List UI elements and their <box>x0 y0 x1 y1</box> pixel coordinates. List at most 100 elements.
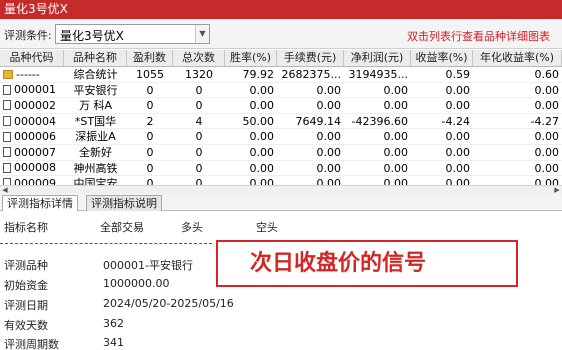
cell-code: 000009 <box>14 176 56 185</box>
tab-bar: 评测指标详情 评测指标说明 <box>0 194 562 211</box>
field-label: 评测日期 <box>4 299 48 312</box>
cell-fee: 2682375... <box>281 68 341 81</box>
annotation-callout: 次日收盘价的信号 <box>216 240 518 287</box>
cell-return: 0.00 <box>445 83 471 97</box>
cell-fee: 0.00 <box>316 99 342 113</box>
cell-profit: -42396.60 <box>351 114 408 128</box>
column-header[interactable]: 总次数 <box>173 50 225 66</box>
field-label: 评测品种 <box>4 259 48 272</box>
cell-winrate: 50.00 <box>242 114 275 128</box>
header-long: 多头 <box>181 221 203 234</box>
column-header[interactable]: 品种名称 <box>64 50 127 66</box>
summary-folder-icon <box>3 69 13 79</box>
cell-profit: 0.00 <box>383 130 409 144</box>
cell-wins: 0 <box>146 130 154 144</box>
column-header[interactable]: 收益率(%) <box>411 50 473 66</box>
cell-code: 000002 <box>14 98 56 112</box>
table-row[interactable]: 000002 万 科A 0 0 0.00 0.00 0.00 0.00 0.00 <box>0 98 562 114</box>
cell-profit: 0.00 <box>383 161 409 175</box>
condition-value: 量化3号优X <box>60 29 124 43</box>
cell-winrate: 0.00 <box>249 145 275 159</box>
table-row[interactable]: 000009 中国宝安 0 0 0.00 0.00 0.00 0.00 0.00 <box>0 176 562 185</box>
document-icon <box>3 131 11 142</box>
cell-annual-return: 0.00 <box>534 145 560 159</box>
metric-details-panel: 指标名称 全部交易 多头 空头 评测品种 000001-平安银行 初始资金 10… <box>0 212 562 350</box>
cell-winrate: 0.00 <box>249 83 275 97</box>
cell-fee: 0.00 <box>316 161 342 175</box>
cell-wins: 1055 <box>136 68 164 81</box>
field-value: 2024/05/20-2025/05/16 <box>103 297 234 310</box>
cell-winrate: 79.92 <box>242 68 275 81</box>
window-title: 量化3号优X <box>4 2 68 16</box>
table-row[interactable]: 000006 深振业A 0 0 0.00 0.00 0.00 0.00 0.00 <box>0 129 562 145</box>
cell-return: -4.24 <box>441 114 470 128</box>
cell-fee: 0.00 <box>316 83 342 97</box>
table-row-summary[interactable]: ------ 综合统计 1055 1320 79.92 2682375... 3… <box>0 67 562 83</box>
chevron-down-icon[interactable]: ▼ <box>195 25 209 43</box>
cell-code: 000008 <box>14 161 56 175</box>
cell-code: 000007 <box>14 145 56 159</box>
cell-total: 0 <box>195 161 203 175</box>
field-value: 362 <box>103 317 124 330</box>
document-icon <box>3 162 11 173</box>
cell-code: ------ <box>16 67 40 81</box>
condition-select[interactable]: 量化3号优X ▼ <box>55 24 210 44</box>
cell-total: 1320 <box>185 68 213 81</box>
field-label: 评测周期数 <box>4 338 59 350</box>
document-icon <box>3 100 11 111</box>
cell-total: 4 <box>195 114 203 128</box>
table-row[interactable]: 000007 全新好 0 0 0.00 0.00 0.00 0.00 0.00 <box>0 145 562 161</box>
cell-return: 0.00 <box>445 99 471 113</box>
column-header[interactable]: 品种代码 <box>0 50 64 66</box>
divider <box>0 243 212 244</box>
cell-wins: 0 <box>146 99 154 113</box>
cell-total: 0 <box>195 83 203 97</box>
cell-code: 000001 <box>14 83 56 97</box>
column-header[interactable]: 胜率(%) <box>225 50 277 66</box>
table-row[interactable]: 000001 平安银行 0 0 0.00 0.00 0.00 0.00 0.00 <box>0 83 562 99</box>
cell-profit: 0.00 <box>383 177 409 185</box>
column-header[interactable]: 手续费(元) <box>277 50 344 66</box>
document-icon <box>3 147 11 158</box>
header-short: 空头 <box>256 221 278 234</box>
cell-name: 万 科A <box>78 99 113 113</box>
double-click-hint: 双击列表行查看品种详细图表 <box>407 30 550 43</box>
cell-wins: 0 <box>146 83 154 97</box>
cell-annual-return: -4.27 <box>530 114 559 128</box>
cell-profit: 0.00 <box>383 99 409 113</box>
field-label: 有效天数 <box>4 319 48 332</box>
cell-annual-return: 0.00 <box>534 177 560 185</box>
header-all-trades: 全部交易 <box>100 221 144 234</box>
cell-annual-return: 0.00 <box>534 83 560 97</box>
cell-winrate: 0.00 <box>249 130 275 144</box>
document-icon <box>3 84 11 95</box>
cell-total: 0 <box>195 177 203 185</box>
cell-return: 0.00 <box>445 177 471 185</box>
cell-annual-return: 0.00 <box>534 161 560 175</box>
column-header[interactable]: 年化收益率(%) <box>473 50 562 66</box>
cell-profit: 3194935... <box>348 68 408 81</box>
field-label: 初始资金 <box>4 279 48 292</box>
cell-total: 0 <box>195 99 203 113</box>
cell-wins: 2 <box>146 114 154 128</box>
cell-name: 综合统计 <box>73 68 118 81</box>
tab-metric-details[interactable]: 评测指标详情 <box>2 195 78 211</box>
cell-name: 全新好 <box>79 145 112 159</box>
cell-code: 000004 <box>14 114 56 128</box>
horizontal-scrollbar[interactable]: ◀ ▶ <box>0 185 562 194</box>
cell-annual-return: 0.60 <box>534 68 560 81</box>
header-metric-name: 指标名称 <box>4 221 48 234</box>
cell-name: 深振业A <box>75 130 116 144</box>
toolbar: 评测条件: 量化3号优X ▼ 双击列表行查看品种详细图表 <box>0 19 562 49</box>
cell-fee: 7649.14 <box>295 114 342 128</box>
table-row[interactable]: 000008 神州高铁 0 0 0.00 0.00 0.00 0.00 0.00 <box>0 161 562 177</box>
table-header: 品种代码 品种名称 盈利数 总次数 胜率(%) 手续费(元) 净利润(元) 收益… <box>0 50 562 67</box>
cell-wins: 0 <box>146 145 154 159</box>
tab-metric-explanation[interactable]: 评测指标说明 <box>86 195 162 211</box>
cell-return: 0.00 <box>445 145 471 159</box>
table-row[interactable]: 000004 *ST国华 2 4 50.00 7649.14 -42396.60… <box>0 114 562 130</box>
column-header[interactable]: 净利润(元) <box>344 50 411 66</box>
field-value: 000001-平安银行 <box>103 259 193 272</box>
cell-name: 平安银行 <box>73 83 118 97</box>
column-header[interactable]: 盈利数 <box>127 50 173 66</box>
